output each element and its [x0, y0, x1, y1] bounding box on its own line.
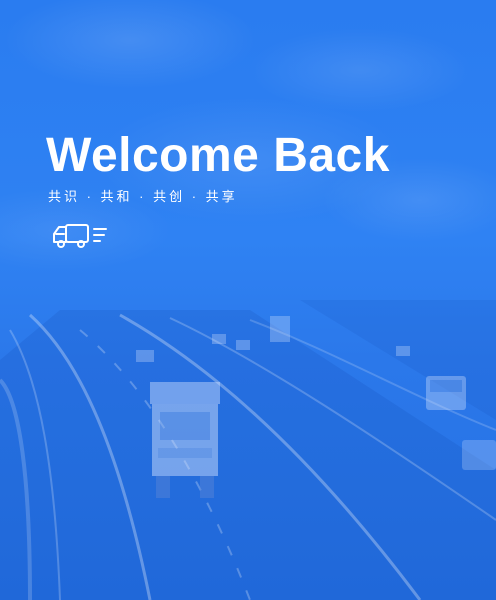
welcome-title: Welcome Back [46, 129, 390, 182]
welcome-panel: Welcome Back 共识 · 共和 · 共创 · 共享 [0, 0, 496, 600]
truck-icon [53, 224, 107, 248]
highway-background [0, 300, 496, 600]
slogan-text: 共识 · 共和 · 共创 · 共享 [48, 189, 238, 204]
